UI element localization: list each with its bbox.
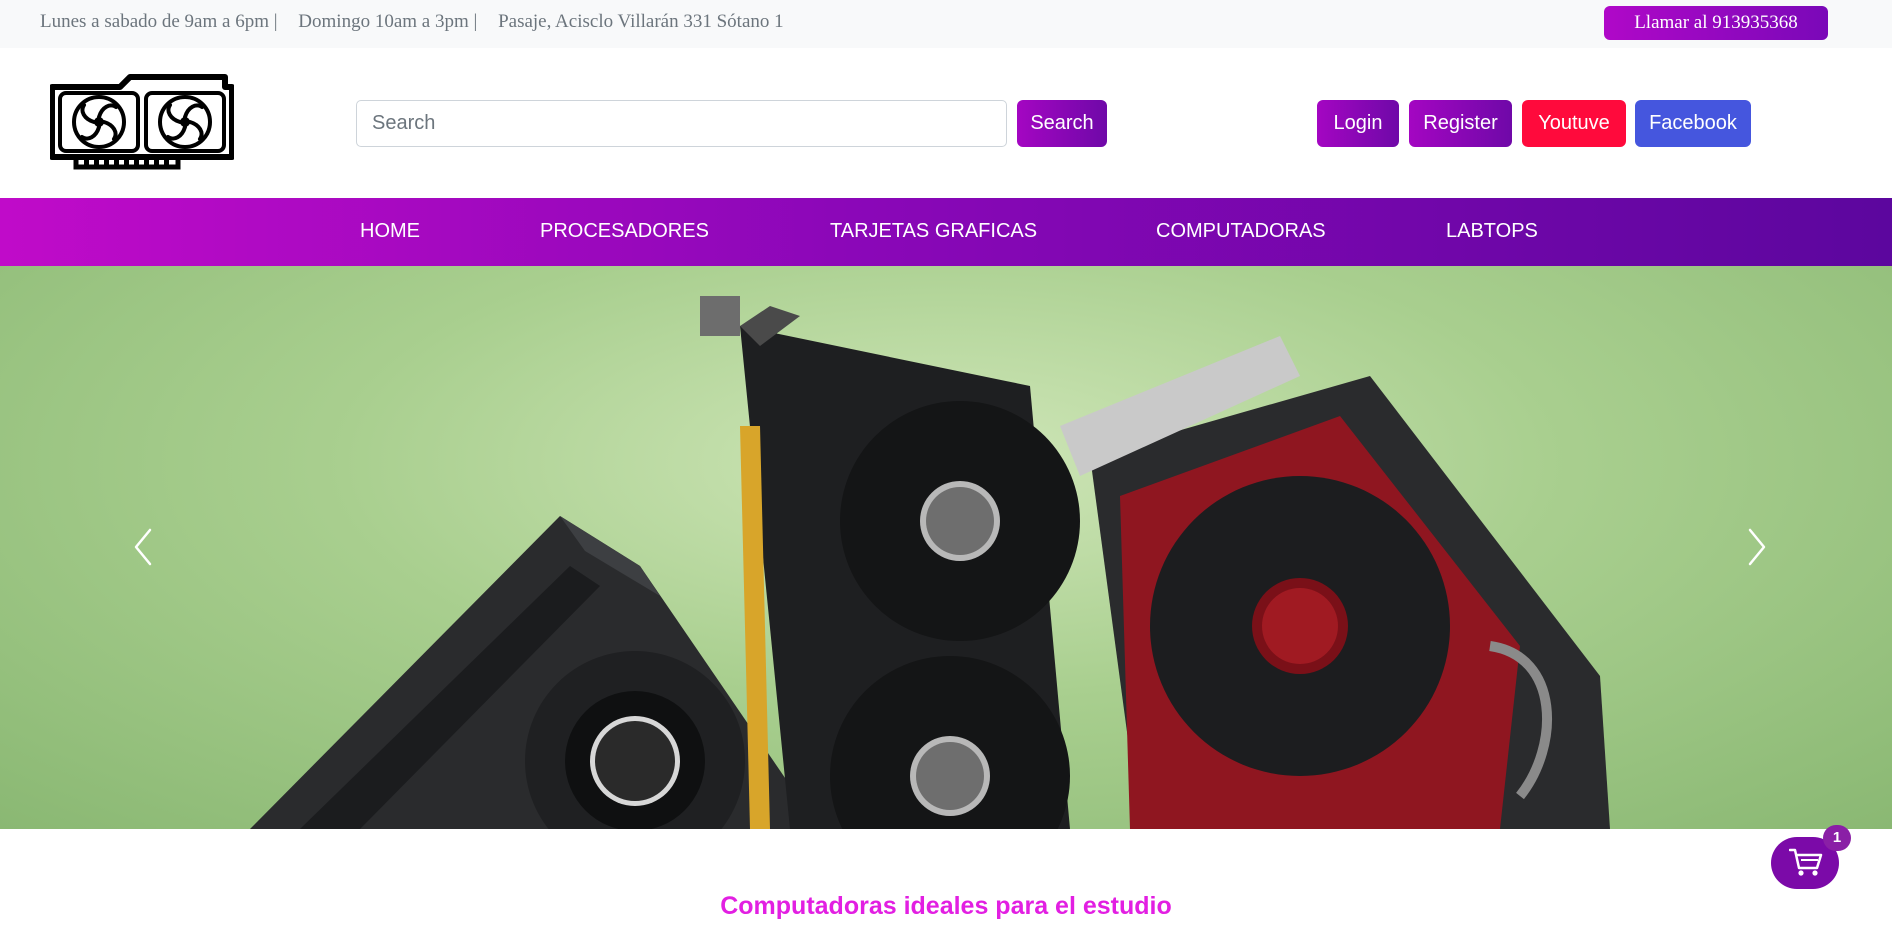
nav-item-tarjetas-graficas[interactable]: TARJETAS GRAFICAS bbox=[830, 220, 1037, 243]
carousel-next-button[interactable] bbox=[1742, 522, 1772, 572]
register-button[interactable]: Register bbox=[1409, 100, 1512, 147]
hero-carousel bbox=[0, 266, 1892, 829]
search-input[interactable] bbox=[356, 100, 1007, 147]
sunday-hours: Domingo 10am a 3pm | bbox=[298, 11, 478, 32]
top-info-bar: Lunes a sabado de 9am a 6pm | Domingo 10… bbox=[0, 0, 1892, 48]
nav-item-procesadores[interactable]: PROCESADORES bbox=[540, 220, 709, 243]
youtube-button[interactable]: Youtuve bbox=[1522, 100, 1626, 147]
nav-item-home[interactable]: HOME bbox=[360, 220, 420, 243]
store-address: Pasaje, Acisclo Villarán 331 Sótano 1 bbox=[498, 11, 784, 32]
call-button[interactable]: Llamar al 913935368 bbox=[1604, 6, 1828, 40]
carousel-slide-image bbox=[250, 296, 1610, 829]
main-nav: HOME PROCESADORES TARJETAS GRAFICAS COMP… bbox=[0, 198, 1892, 266]
carousel-prev-button[interactable] bbox=[128, 522, 158, 572]
section-title: Computadoras ideales para el estudio bbox=[720, 892, 1172, 920]
shopping-cart-icon bbox=[1789, 848, 1823, 876]
cart-count-badge: 1 bbox=[1823, 825, 1851, 851]
login-button[interactable]: Login bbox=[1317, 100, 1399, 147]
facebook-button[interactable]: Facebook bbox=[1635, 100, 1751, 147]
search-button[interactable]: Search bbox=[1017, 100, 1107, 147]
nav-item-computadoras[interactable]: COMPUTADORAS bbox=[1156, 220, 1326, 243]
graphics-card-icon[interactable] bbox=[49, 73, 235, 173]
weekday-hours: Lunes a sabado de 9am a 6pm | bbox=[40, 11, 278, 32]
header: Search Login Register Youtuve Facebook bbox=[0, 48, 1892, 198]
store-info: Lunes a sabado de 9am a 6pm | Domingo 10… bbox=[40, 11, 800, 33]
chevron-left-icon bbox=[134, 528, 152, 566]
nav-item-labtops[interactable]: LABTOPS bbox=[1446, 220, 1538, 243]
chevron-right-icon bbox=[1748, 528, 1766, 566]
